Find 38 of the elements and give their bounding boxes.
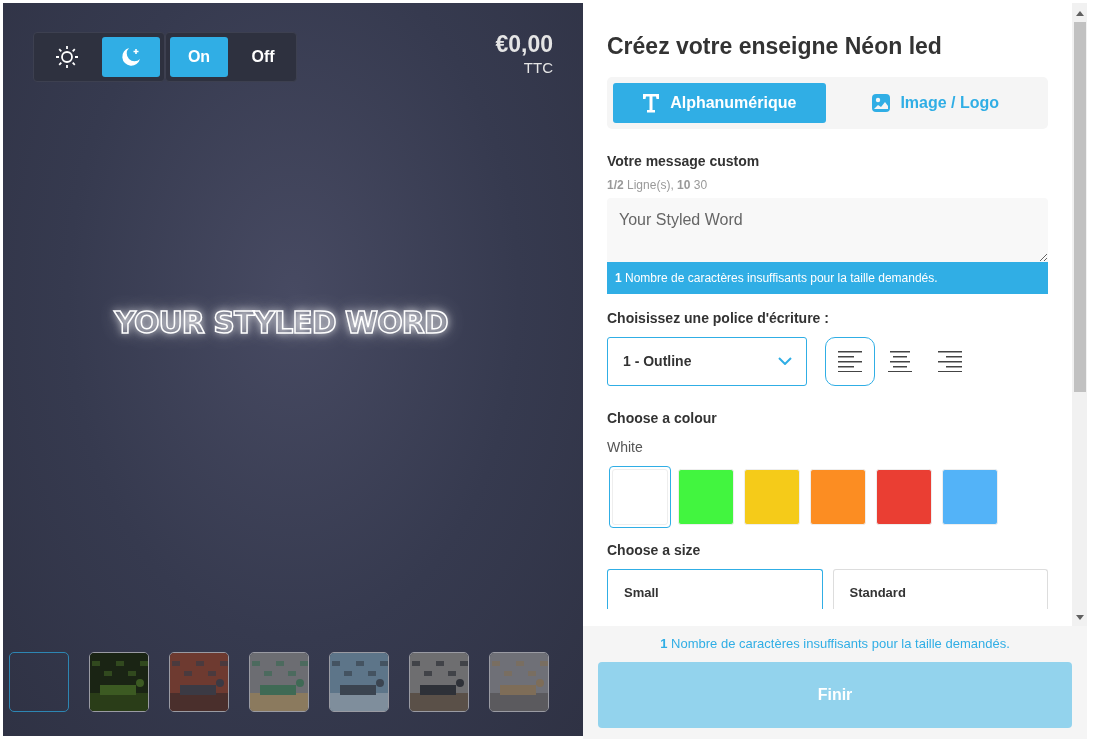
scrollbar-thumb[interactable] (1073, 22, 1086, 392)
neon-sign-text: YOUR STYLED WORD (114, 303, 448, 342)
price-note: TTC (522, 58, 553, 79)
align-center-icon (888, 350, 912, 372)
message-field[interactable]: Your Styled Word (607, 197, 1048, 262)
sun-icon (55, 45, 79, 69)
size-option[interactable]: Small (607, 568, 823, 609)
panel-title: Créez votre enseigne Néon led (607, 33, 943, 61)
background-thumbnail[interactable] (409, 652, 469, 712)
background-thumbnail[interactable] (329, 652, 389, 712)
background-thumbnail[interactable] (169, 652, 229, 712)
background-thumbnail[interactable] (489, 652, 549, 712)
section-label: Choose a size (607, 540, 702, 560)
line-counter: 1/2 Ligne(s), 10 30 (607, 176, 709, 194)
align-right-icon (938, 350, 962, 372)
price: €0,00 (495, 32, 553, 58)
align-left-button[interactable] (825, 336, 875, 386)
chevron-down-icon (778, 357, 792, 366)
scroll-down-icon[interactable] (1075, 614, 1084, 620)
section-label: Choose a colour (607, 408, 718, 428)
image-icon (872, 93, 891, 112)
colour-name: White (607, 437, 644, 457)
moon-icon (120, 46, 142, 68)
dark-mode-button[interactable] (102, 37, 160, 77)
text-icon (642, 92, 661, 113)
warning-banner: 1 Nombre de caractères insuffisants pour la taille demandés. (607, 261, 1048, 294)
section-label: Votre message custom (607, 151, 761, 171)
align-left-icon (838, 350, 862, 372)
background-thumbnail[interactable] (89, 652, 149, 712)
background-thumbnail[interactable] (249, 652, 309, 712)
footer-warning: 1 Nombre de caractères insuffisants pour la taille demandés. (659, 634, 1011, 653)
scroll-up-icon[interactable] (1075, 11, 1084, 16)
background-thumbnail[interactable] (9, 652, 69, 712)
font-select[interactable]: 1 - Outline (607, 336, 807, 386)
size-option[interactable]: Standard (832, 568, 1048, 609)
colour-swatch[interactable] (609, 465, 671, 528)
section-label: Choisissez une police d'écriture : (607, 308, 830, 328)
power-toggle-button[interactable]: Off (234, 37, 292, 77)
